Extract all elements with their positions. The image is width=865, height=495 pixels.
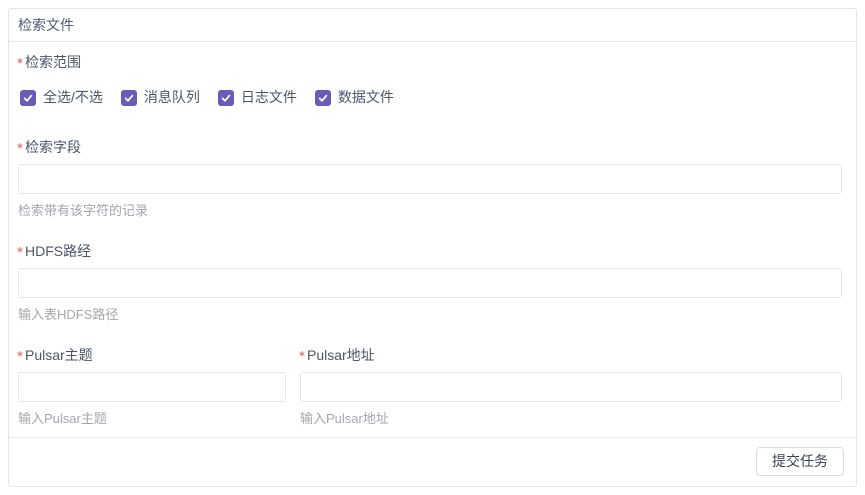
pulsar-address-input[interactable] xyxy=(300,372,842,402)
search-field-label-text: 检索字段 xyxy=(25,139,81,155)
hdfs-path-label-text: HDFS路经 xyxy=(25,243,91,259)
required-asterisk: * xyxy=(17,244,23,261)
checkbox-checked-icon[interactable] xyxy=(315,90,331,106)
submit-task-button[interactable]: 提交任务 xyxy=(756,447,844,476)
required-asterisk: * xyxy=(17,55,23,72)
search-scope-label: *检索范围 xyxy=(25,54,81,71)
field-search-field: *检索字段 检索带有该字符的记录 xyxy=(18,139,842,220)
required-asterisk: * xyxy=(17,348,23,365)
hdfs-path-helper: 输入表HDFS路径 xyxy=(18,306,842,324)
pulsar-address-label: *Pulsar地址 xyxy=(307,347,375,364)
checkbox-log-file-label: 日志文件 xyxy=(241,89,297,106)
checkbox-select-all-label: 全选/不选 xyxy=(43,89,103,106)
search-scope-label-text: 检索范围 xyxy=(25,54,81,70)
checkbox-checked-icon[interactable] xyxy=(121,90,137,106)
pulsar-topic-label-text: Pulsar主题 xyxy=(25,347,93,363)
hdfs-path-input[interactable] xyxy=(18,268,842,298)
pulsar-topic-input[interactable] xyxy=(18,372,286,402)
search-field-input[interactable] xyxy=(18,164,842,194)
pulsar-address-helper: 输入Pulsar地址 xyxy=(300,410,842,428)
field-hdfs-path: *HDFS路经 输入表HDFS路径 xyxy=(18,243,842,324)
checkbox-data-file[interactable]: 数据文件 xyxy=(315,89,394,106)
card-footer: 提交任务 xyxy=(9,437,856,488)
pulsar-fields-row: *Pulsar主题 输入Pulsar主题 *Pulsar地址 输入Pulsar地… xyxy=(18,347,842,428)
checkbox-data-file-label: 数据文件 xyxy=(338,89,394,106)
pulsar-topic-helper: 输入Pulsar主题 xyxy=(18,410,286,428)
search-scope-checkbox-group: 全选/不选 消息队列 日志文件 xyxy=(20,89,842,106)
required-asterisk: * xyxy=(299,348,305,365)
checkbox-message-queue[interactable]: 消息队列 xyxy=(121,89,200,106)
checkbox-checked-icon[interactable] xyxy=(218,90,234,106)
search-field-label: *检索字段 xyxy=(25,139,81,156)
field-search-scope: *检索范围 全选/不选 消息队列 xyxy=(18,54,842,106)
checkbox-message-queue-label: 消息队列 xyxy=(144,89,200,106)
search-form: *检索范围 全选/不选 消息队列 xyxy=(9,42,856,437)
field-pulsar-address: *Pulsar地址 输入Pulsar地址 xyxy=(300,347,842,428)
search-files-card: 检索文件 *检索范围 全选/不选 消息队列 xyxy=(8,8,857,487)
checkbox-checked-icon[interactable] xyxy=(20,90,36,106)
field-pulsar-topic: *Pulsar主题 输入Pulsar主题 xyxy=(18,347,286,428)
search-field-helper: 检索带有该字符的记录 xyxy=(18,202,842,220)
pulsar-topic-label: *Pulsar主题 xyxy=(25,347,93,364)
checkbox-log-file[interactable]: 日志文件 xyxy=(218,89,297,106)
hdfs-path-label: *HDFS路经 xyxy=(25,243,91,260)
required-asterisk: * xyxy=(17,140,23,157)
checkbox-select-all[interactable]: 全选/不选 xyxy=(20,89,103,106)
pulsar-address-label-text: Pulsar地址 xyxy=(307,347,375,363)
card-title: 检索文件 xyxy=(9,9,856,42)
